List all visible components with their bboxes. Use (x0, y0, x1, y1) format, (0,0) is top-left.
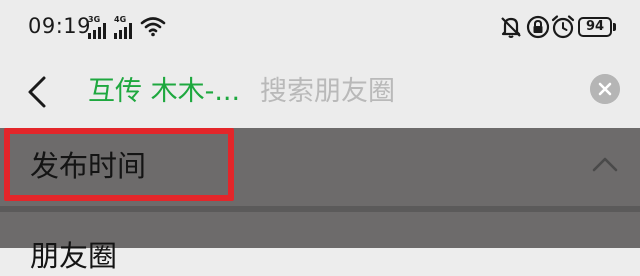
clear-icon[interactable] (590, 74, 620, 104)
divider (0, 206, 640, 212)
mute-bell-icon (501, 17, 521, 38)
status-bar: 09:19 3G 4G 94 (0, 0, 640, 58)
red-highlight-box (4, 128, 234, 201)
filter-panel: 发布时间 朋友圈 (0, 128, 640, 273)
signal-icon: 4G (114, 15, 142, 39)
search-bar: 互传 木木-... 搜索朋友圈 (0, 58, 640, 128)
status-time: 09:19 (28, 14, 92, 38)
signal-icon: 3G (88, 15, 116, 39)
publish-time-section-header[interactable]: 发布时间 (0, 128, 640, 206)
alarm-icon (551, 15, 575, 39)
search-input[interactable]: 搜索朋友圈 (260, 74, 395, 110)
chevron-up-icon[interactable] (590, 154, 620, 174)
wifi-icon (140, 17, 166, 37)
contact-filter-chip[interactable]: 互传 木木-... (88, 74, 240, 110)
list-item-moments[interactable]: 朋友圈 (30, 236, 117, 276)
battery-icon: 94 (578, 17, 616, 37)
lock-icon (526, 15, 550, 39)
back-arrow-icon[interactable] (24, 72, 54, 112)
